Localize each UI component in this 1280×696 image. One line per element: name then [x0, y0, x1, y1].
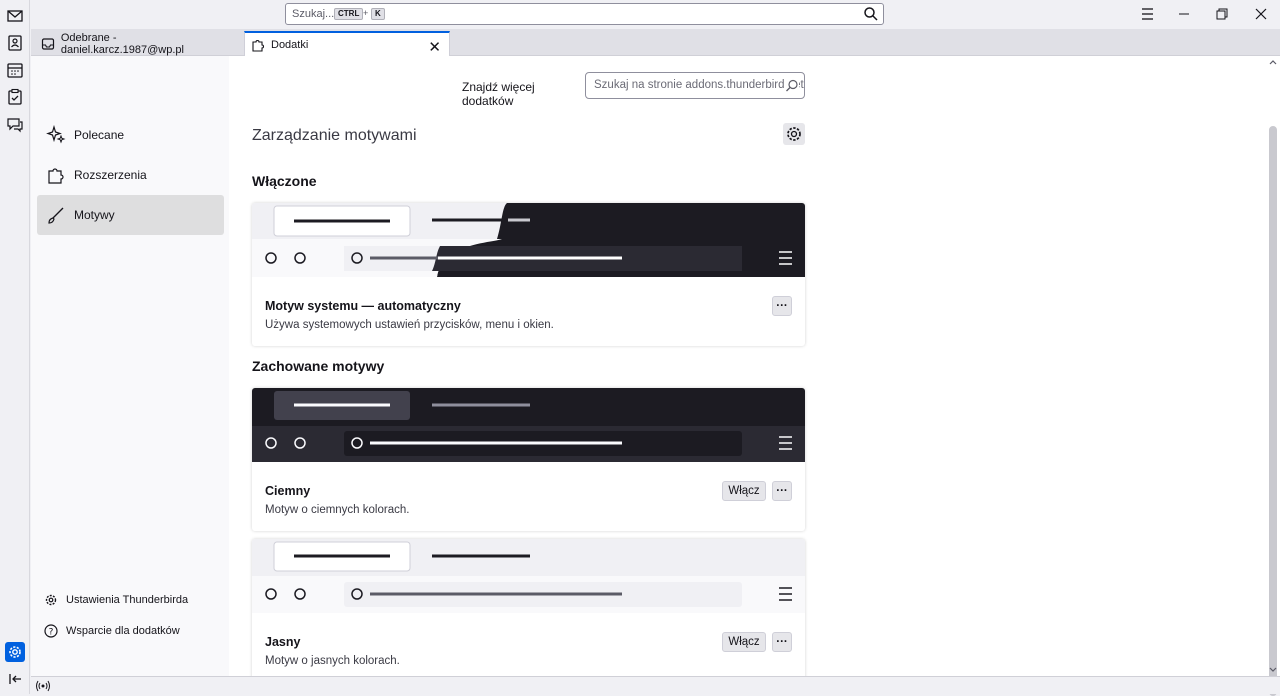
tasks-icon[interactable] — [6, 88, 24, 106]
global-search-input[interactable]: Szukaj... CTRL + K — [285, 3, 884, 25]
svg-text:?: ? — [49, 628, 54, 638]
address-book-icon[interactable] — [6, 34, 24, 52]
theme-name: Jasny — [265, 635, 301, 649]
enable-button[interactable]: Włącz — [722, 632, 766, 652]
calendar-icon[interactable] — [6, 61, 24, 79]
enabled-heading: Włączone — [252, 173, 317, 189]
theme-info: Ciemny Motyw o ciemnych kolorach. Włącz … — [252, 467, 805, 531]
more-options-button[interactable]: ··· — [772, 296, 792, 316]
page-title: Zarządzanie motywami — [252, 127, 417, 144]
tab-addons-label: Dodatki — [271, 39, 309, 51]
brush-icon — [48, 207, 64, 224]
themes-pane: Znajdź więcej dodatków Szukaj na stronie… — [229, 56, 1266, 682]
find-more-label: Znajdź więcej dodatków — [462, 80, 535, 108]
theme-description: Motyw o jasnych kolorach. — [265, 655, 400, 667]
nav-extensions-label: Rozszerzenia — [74, 168, 147, 182]
online-status-icon[interactable] — [35, 679, 51, 693]
addons-search-placeholder: Szukaj na stronie addons.thunderbird.net — [594, 79, 804, 91]
settings-button[interactable] — [5, 642, 25, 662]
thunderbird-settings-label: Ustawienia Thunderbirda — [66, 594, 189, 606]
theme-info: Jasny Motyw o jasnych kolorach. Włącz ··… — [252, 618, 805, 682]
collapse-sidebar-icon[interactable] — [6, 670, 24, 688]
theme-card-light: Jasny Motyw o jasnych kolorach. Włącz ··… — [252, 539, 805, 682]
search-placeholder: Szukaj... — [292, 8, 335, 20]
addons-manager: Polecane Rozszerzenia Motywy Ustawienia … — [31, 56, 1280, 682]
gear-icon — [787, 127, 801, 141]
theme-description: Motyw o ciemnych kolorach. — [265, 504, 410, 516]
tools-menu-button[interactable] — [783, 123, 805, 145]
puzzle-icon — [252, 40, 264, 52]
addons-support-link[interactable]: ? Wsparcie dla dodatków — [44, 624, 180, 638]
nav-themes-label: Motywy — [74, 208, 115, 222]
puzzle-icon — [48, 168, 64, 184]
tab-inbox[interactable]: Odebrane - daniel.karcz.1987@wp.pl — [35, 31, 241, 56]
shortcut-plus: + — [363, 8, 369, 18]
thunderbird-settings-link[interactable]: Ustawienia Thunderbirda — [44, 593, 188, 607]
more-options-button[interactable]: ··· — [772, 481, 792, 501]
restore-icon[interactable] — [1211, 4, 1233, 24]
theme-name: Ciemny — [265, 484, 311, 498]
addons-support-label: Wsparcie dla dodatków — [66, 625, 180, 637]
theme-name: Motyw systemu — automatyczny — [265, 299, 461, 313]
inbox-icon — [41, 37, 55, 50]
nav-extensions[interactable]: Rozszerzenia — [37, 155, 224, 195]
help-icon: ? — [44, 624, 58, 638]
theme-card-dark: Ciemny Motyw o ciemnych kolorach. Włącz … — [252, 388, 805, 531]
theme-description: Używa systemowych ustawień przycisków, m… — [265, 319, 554, 331]
scrollbar[interactable] — [1266, 56, 1280, 696]
tab-bar: Odebrane - daniel.karcz.1987@wp.pl Dodat… — [31, 29, 1280, 57]
tab-inbox-label: Odebrane - daniel.karcz.1987@wp.pl — [60, 31, 184, 56]
shortcut-key-k: K — [371, 8, 385, 20]
title-bar: Szukaj... CTRL + K — [0, 0, 1280, 29]
addons-search-input[interactable]: Szukaj na stronie addons.thunderbird.net — [585, 72, 805, 99]
more-options-button[interactable]: ··· — [772, 632, 792, 652]
minimize-icon[interactable] — [1173, 4, 1195, 24]
nav-themes[interactable]: Motywy — [37, 195, 224, 235]
chat-icon[interactable] — [6, 115, 24, 133]
status-bar — [31, 676, 1280, 694]
close-window-icon[interactable] — [1250, 4, 1272, 24]
mail-icon[interactable] — [6, 7, 24, 25]
tab-addons[interactable]: Dodatki ✕ — [244, 31, 450, 57]
theme-preview-system — [252, 203, 805, 277]
theme-info: Motyw systemu — automatyczny Używa syste… — [252, 282, 805, 346]
gear-icon — [45, 594, 57, 606]
theme-preview-dark — [252, 388, 805, 462]
saved-themes-heading: Zachowane motywy — [252, 358, 385, 374]
categories-nav: Polecane Rozszerzenia Motywy Ustawienia … — [31, 56, 229, 676]
enable-button[interactable]: Włącz — [722, 481, 766, 501]
scroll-up-icon[interactable] — [1269, 59, 1277, 65]
search-icon — [785, 79, 799, 93]
gear-icon — [9, 646, 21, 658]
spaces-toolbar — [0, 0, 30, 694]
shortcut-key-ctrl: CTRL — [334, 8, 364, 20]
sparkle-icon — [46, 125, 66, 144]
search-icon[interactable] — [863, 6, 879, 22]
theme-card-system: Motyw systemu — automatyczny Używa syste… — [252, 203, 805, 346]
nav-recommended-label: Polecane — [74, 128, 125, 142]
scroll-down-icon[interactable] — [1269, 667, 1277, 673]
menu-icon[interactable] — [1137, 4, 1159, 24]
nav-recommended[interactable]: Polecane — [37, 115, 224, 155]
theme-preview-light — [252, 539, 805, 613]
close-tab-icon[interactable]: ✕ — [428, 38, 441, 56]
scrollbar-thumb[interactable] — [1269, 126, 1277, 696]
